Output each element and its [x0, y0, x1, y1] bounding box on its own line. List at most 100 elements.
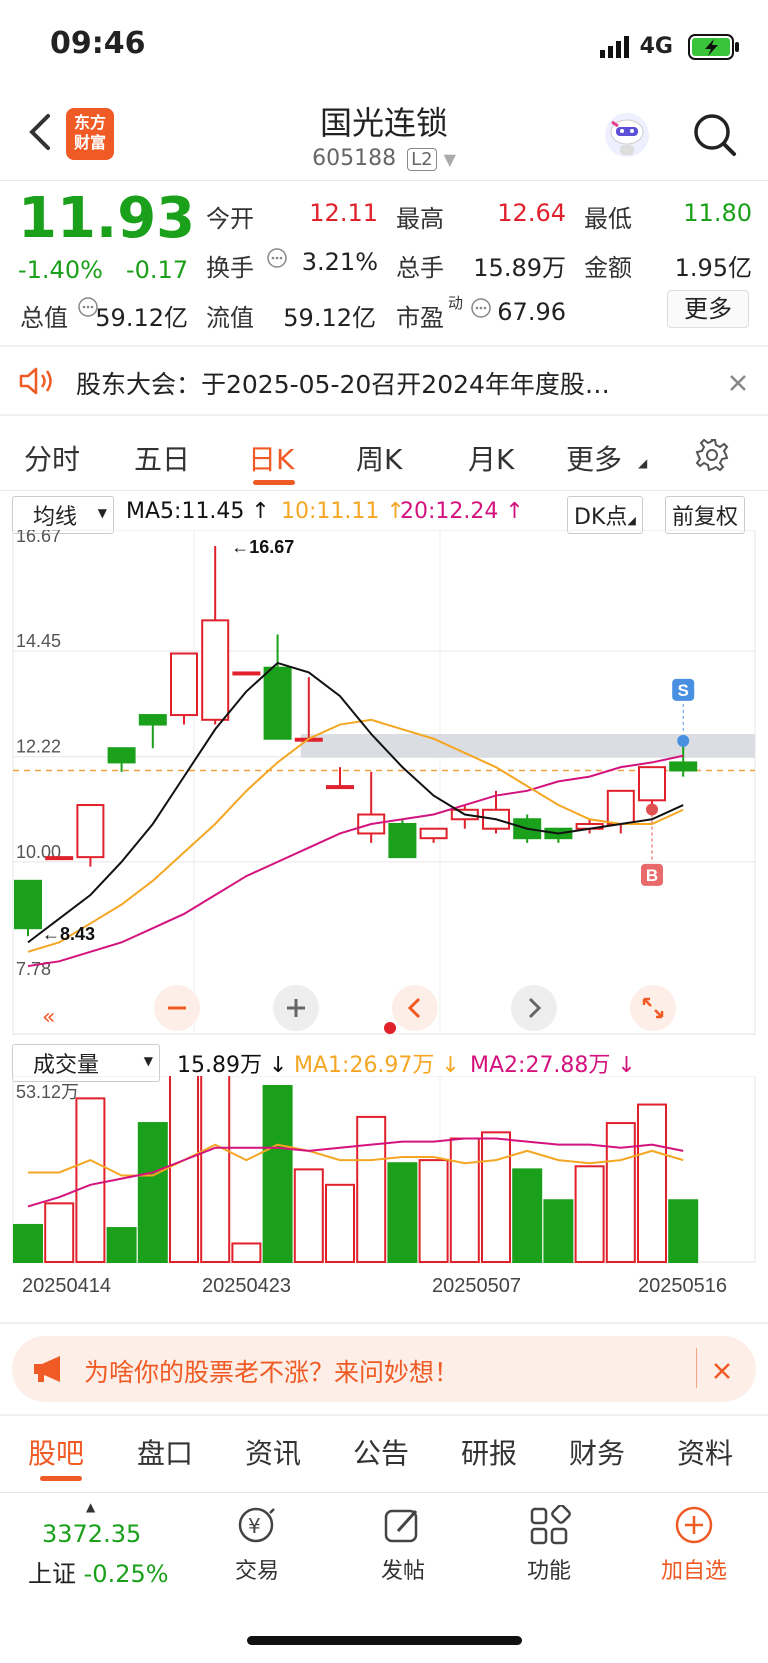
volume-select-label: 成交量: [33, 1053, 100, 1078]
double-chevron-left-icon: «: [42, 1005, 55, 1030]
volume-bar: [387, 1162, 418, 1263]
close-icon[interactable]: [728, 370, 748, 399]
dropdown-icon: ▼: [97, 506, 107, 520]
nav-post[interactable]: 发帖: [368, 1505, 438, 1585]
home-indicator[interactable]: [247, 1636, 522, 1645]
nav-trade-label: 交易: [234, 1559, 279, 1584]
volume-bar: [512, 1168, 543, 1263]
volume-bar: [106, 1227, 137, 1263]
dropdown-icon: ▼: [143, 1054, 153, 1068]
tab-orderbook[interactable]: 盘口: [137, 1432, 193, 1472]
sell-marker-label: S: [678, 681, 689, 700]
volume-bar: [668, 1199, 699, 1263]
volume-bar: [200, 1076, 231, 1264]
info-icon[interactable]: [266, 247, 288, 273]
gear-icon[interactable]: [694, 437, 730, 477]
tab-announcements[interactable]: 公告: [353, 1432, 409, 1472]
plus-circle-icon: [675, 1506, 713, 1544]
scroll-right-button[interactable]: [511, 985, 557, 1031]
volume-bar: [13, 1223, 43, 1264]
volume-bar: [449, 1137, 480, 1263]
caret-up-icon: ▲: [86, 1500, 96, 1514]
caret-icon: ◢: [638, 456, 648, 470]
zoom-in-button[interactable]: [273, 985, 319, 1031]
tab-five-day[interactable]: 五日: [134, 438, 190, 478]
index-value[interactable]: 3372.35: [42, 1520, 141, 1548]
arrow-down-icon: ↓: [261, 1053, 288, 1078]
edit-icon: [384, 1509, 418, 1543]
divider: [0, 180, 768, 181]
nav-trade[interactable]: ¥ 交易: [222, 1505, 292, 1585]
status-time: 09:46: [50, 26, 146, 61]
candle: [669, 761, 698, 772]
candle: [14, 879, 42, 930]
volume-bar: [293, 1168, 324, 1263]
grid-icon: [530, 1504, 571, 1545]
tab-research[interactable]: 研报: [461, 1432, 517, 1472]
max-price-label: ←16.67: [231, 537, 294, 557]
tab-intraday[interactable]: 分时: [24, 438, 80, 478]
mcap-value: 59.12亿: [95, 304, 188, 332]
divider: [0, 345, 768, 347]
divider: [0, 1414, 768, 1416]
index-row[interactable]: 上证 -0.25%: [28, 1554, 169, 1589]
info-icon[interactable]: [470, 297, 492, 323]
stock-code-row[interactable]: 605188 L2 ▼: [0, 146, 768, 171]
tab-news[interactable]: 资讯: [245, 1432, 301, 1472]
signal-icon: [600, 36, 636, 62]
tab-weekly-k[interactable]: 周K: [356, 438, 402, 478]
tab-daily-k[interactable]: 日K: [248, 438, 294, 478]
y-tick-label: 7.78: [16, 959, 51, 979]
notice-bar[interactable]: 股东大会：于2025-05-20召开2024年年度股…: [0, 348, 768, 412]
min-price-label: ←8.43: [42, 924, 95, 944]
megaphone-icon: [32, 1354, 68, 1390]
nav-add-watchlist[interactable]: 加自选: [654, 1505, 734, 1585]
volume-bar: [137, 1122, 168, 1264]
tab-more[interactable]: 更多: [566, 438, 622, 478]
more-button[interactable]: 更多: [667, 290, 749, 328]
volume-bar: [481, 1131, 511, 1263]
tab-forum[interactable]: 股吧: [28, 1432, 84, 1472]
divider: [0, 414, 768, 416]
turnover-value: 3.21%: [301, 248, 378, 276]
dk-point-button[interactable]: DK点◢: [567, 496, 643, 534]
tab-monthly-k[interactable]: 月K: [468, 438, 514, 478]
buy-marker-label: B: [646, 866, 658, 885]
adjust-button[interactable]: 前复权: [665, 496, 746, 534]
kline-chart[interactable]: 16.6714.4512.2210.007.78←16.67←8.43SB«: [0, 530, 768, 1038]
ma20-label: 20:12.24 ↑: [400, 499, 524, 524]
fullscreen-button[interactable]: [630, 985, 676, 1031]
robot-assistant-icon[interactable]: [602, 110, 652, 164]
promo-banner[interactable]: 为啥你的股票老不涨？来问妙想！: [12, 1336, 756, 1402]
zoom-out-button[interactable]: [154, 985, 200, 1031]
tab-profile[interactable]: 资料: [677, 1432, 733, 1472]
stock-code: 605188: [312, 146, 397, 171]
change-percent: -1.40%: [18, 256, 103, 284]
nav-functions[interactable]: 功能: [514, 1504, 584, 1585]
caret-icon: ◢: [627, 514, 636, 527]
amount-label: 金额: [584, 254, 632, 282]
speaker-icon: [18, 366, 56, 402]
promo-divider: [696, 1348, 697, 1388]
search-icon[interactable]: [692, 112, 738, 162]
volume-bar: [169, 1076, 199, 1263]
volume-bar: [605, 1122, 636, 1264]
chevron-down-icon: ▼: [443, 150, 456, 169]
notice-text: 股东大会：于2025-05-20召开2024年年度股…: [76, 370, 610, 399]
indicator-select[interactable]: 均线 ▼: [12, 496, 114, 534]
trade-icon: ¥: [238, 1507, 275, 1543]
buy-marker-dot: [646, 803, 658, 816]
network-label: 4G: [639, 34, 673, 59]
volume-bar: [637, 1103, 667, 1263]
ma10-label: 10:11.11 ↑: [281, 499, 405, 524]
float-value: 59.12亿: [283, 304, 376, 332]
float-label: 流值: [206, 304, 254, 332]
volume-chart[interactable]: 53.12万 20250414 20250423 20250507 20250516: [0, 1076, 768, 1296]
divider: [0, 490, 768, 491]
scroll-left-button[interactable]: [392, 985, 438, 1031]
close-icon[interactable]: [712, 1358, 732, 1387]
tab-finance[interactable]: 财务: [569, 1432, 625, 1472]
volume-bar: [262, 1085, 293, 1263]
volume-bar: [75, 1097, 106, 1263]
candle: [201, 619, 230, 721]
